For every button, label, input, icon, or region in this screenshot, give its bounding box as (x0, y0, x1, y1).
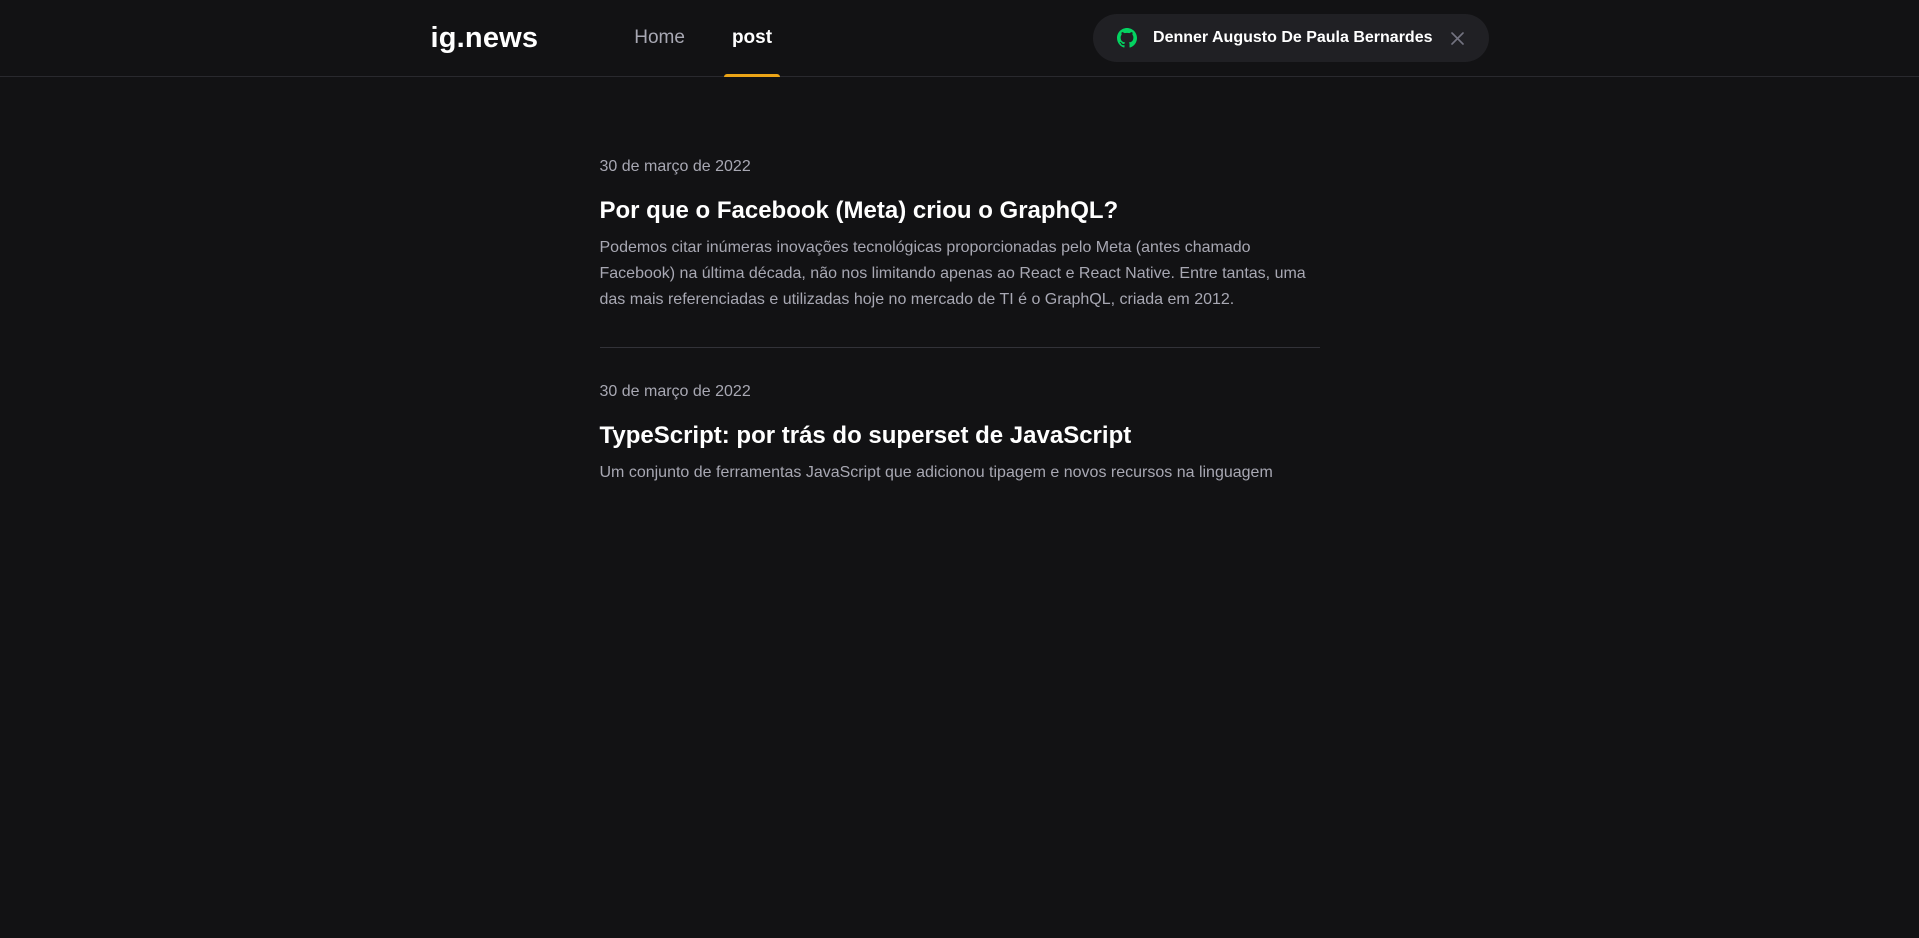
post-excerpt: Podemos citar inúmeras inovações tecnoló… (599, 239, 1306, 308)
post-excerpt: Um conjunto de ferramentas JavaScript qu… (599, 464, 1273, 481)
post-date: 30 de março de 2022 (599, 383, 751, 400)
post-date: 30 de março de 2022 (599, 158, 751, 175)
nav-item-home[interactable]: Home (626, 0, 693, 76)
logo[interactable]: ig.news (431, 22, 539, 55)
close-icon[interactable] (1451, 31, 1465, 45)
main-nav: Home post (626, 0, 781, 77)
sign-out-button[interactable]: Denner Augusto De Paula Bernardes (1093, 14, 1489, 62)
nav-item-post[interactable]: post (723, 0, 781, 77)
header-content: ig.news Home post Denner Augusto De Paul… (431, 0, 1489, 77)
post-item[interactable]: 30 de março de 2022 Por que o Facebook (… (600, 157, 1320, 313)
github-icon (1117, 28, 1138, 48)
posts-list: 30 de março de 2022 Por que o Facebook (… (599, 77, 1320, 486)
site-header: ig.news Home post Denner Augusto De Paul… (0, 0, 1919, 77)
post-item[interactable]: 30 de março de 2022 TypeScript: por trás… (599, 347, 1320, 486)
post-title[interactable]: Por que o Facebook (Meta) criou o GraphQ… (600, 197, 1320, 225)
user-name: Denner Augusto De Paula Bernardes (1153, 29, 1433, 46)
post-title[interactable]: TypeScript: por trás do superset de Java… (600, 422, 1320, 450)
